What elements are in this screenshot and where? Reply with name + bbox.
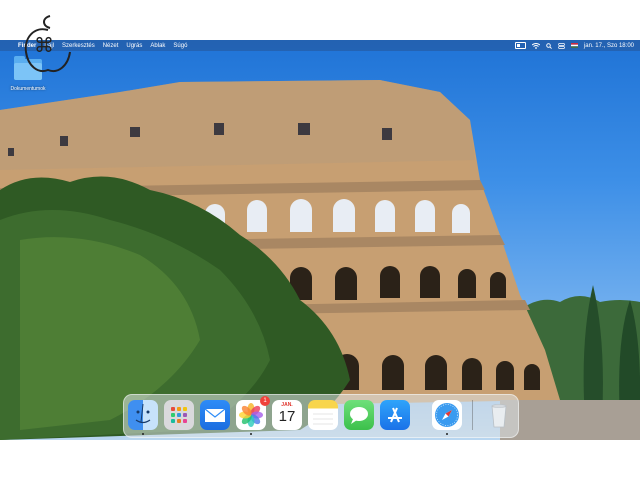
dock-safari[interactable] bbox=[432, 400, 462, 435]
folder-label: Dokumentumok bbox=[10, 86, 46, 92]
dock-launchpad[interactable] bbox=[164, 400, 194, 430]
colosseum-wallpaper bbox=[0, 80, 640, 440]
dock-calendar[interactable]: JAN. 17 bbox=[272, 400, 302, 430]
dock-photos[interactable]: 1 bbox=[236, 396, 270, 435]
dock-notes[interactable] bbox=[308, 400, 338, 430]
battery-icon[interactable] bbox=[514, 42, 526, 49]
flag-icon[interactable] bbox=[570, 43, 578, 48]
safari-icon bbox=[435, 403, 459, 427]
desktop-screen: Finder Fájl Szerkesztés Nézet Ugrás Abla… bbox=[0, 40, 640, 440]
dock-trash[interactable] bbox=[484, 400, 514, 430]
wifi-icon[interactable] bbox=[531, 42, 540, 49]
menu-view[interactable]: Nézet bbox=[99, 43, 123, 49]
dock-app-store[interactable] bbox=[380, 400, 410, 430]
dock-finder[interactable] bbox=[128, 400, 158, 435]
photos-badge: 1 bbox=[260, 396, 270, 406]
menu-window[interactable]: Ablak bbox=[146, 43, 169, 49]
status-area: jan. 17., Szo 18:00 bbox=[514, 40, 634, 51]
dock-separator bbox=[472, 400, 473, 430]
menu-help[interactable]: Súgó bbox=[169, 43, 191, 49]
messages-icon bbox=[350, 407, 368, 424]
app-store-icon bbox=[388, 407, 402, 423]
mail-icon bbox=[204, 408, 226, 422]
menu-bar: Finder Fájl Szerkesztés Nézet Ugrás Abla… bbox=[0, 40, 640, 51]
launchpad-icon bbox=[171, 407, 187, 423]
dock: 1 JAN. 17 bbox=[123, 394, 519, 438]
menu-go[interactable]: Ugrás bbox=[122, 43, 146, 49]
search-icon[interactable] bbox=[546, 42, 552, 49]
trash-icon bbox=[491, 404, 507, 428]
control-center-icon[interactable] bbox=[558, 42, 565, 49]
dock-mail[interactable] bbox=[200, 400, 230, 430]
finder-icon bbox=[135, 403, 151, 424]
svg-text:⌘: ⌘ bbox=[34, 33, 54, 57]
apple-logo-decoration: ⌘ bbox=[24, 15, 71, 72]
menu-clock[interactable]: jan. 17., Szo 18:00 bbox=[584, 43, 634, 49]
dock-messages[interactable] bbox=[344, 400, 374, 430]
calendar-day: 17 bbox=[278, 408, 296, 425]
notes-icon bbox=[313, 413, 333, 425]
